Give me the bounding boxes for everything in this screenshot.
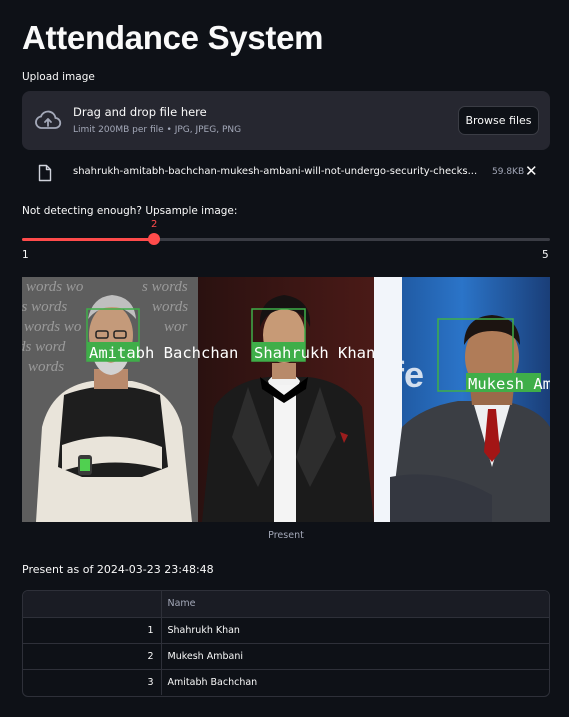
amitabh-label: Amitabh Bachchan: [89, 344, 238, 362]
svg-text:words: words: [152, 299, 188, 315]
dropzone-instruction: Drag and drop file here: [73, 105, 207, 119]
page-title: Attendance System: [22, 19, 324, 56]
uploaded-file-name: shahrukh-amitabh-bachchan-mukesh-ambani-…: [73, 166, 478, 177]
svg-text:words wo: words wo: [24, 319, 82, 335]
present-heading: Present as of 2024-03-23 23:48:48: [22, 563, 214, 576]
annotated-photo: words wo s words ds words words words wo wo…: [22, 277, 550, 522]
dropzone-limit: Limit 200MB per file • JPG, JPEG, PNG: [73, 125, 242, 135]
row-index: 3: [23, 669, 162, 695]
attendance-table[interactable]: Name 1 Shahrukh Khan 2 Mukesh Ambani 3 A…: [22, 590, 550, 697]
mukesh-label: Mukesh Ambani: [468, 375, 550, 393]
uploaded-file-size: 59.8KB: [492, 167, 525, 177]
row-name[interactable]: Shahrukh Khan: [161, 617, 549, 644]
row-index: 2: [23, 643, 162, 670]
cloud-upload-icon: [35, 110, 62, 129]
file-icon: [38, 164, 52, 182]
svg-text:ds word: ds word: [22, 339, 66, 355]
upsample-slider-fill: [22, 238, 154, 241]
upsample-slider-value: 2: [151, 219, 158, 230]
index-column-header[interactable]: [23, 591, 162, 618]
row-index: 1: [23, 617, 162, 644]
svg-text:words: words: [28, 359, 64, 375]
table-row[interactable]: 2 Mukesh Ambani: [23, 643, 549, 670]
table-row[interactable]: 1 Shahrukh Khan: [23, 617, 549, 644]
upload-label: Upload image: [22, 71, 95, 83]
uploaded-file-row: shahrukh-amitabh-bachchan-mukesh-ambani-…: [22, 160, 550, 188]
svg-text:ds words: ds words: [22, 299, 67, 315]
table-header-row: Name: [23, 591, 549, 618]
image-caption: Present: [268, 530, 304, 541]
shahrukh-photo: [198, 277, 374, 522]
amitabh-photo: words wo s words ds words words words wo wo…: [22, 277, 198, 522]
svg-text:fe: fe: [392, 354, 424, 395]
upsample-slider-thumb[interactable]: [148, 233, 160, 245]
svg-text:words wo: words wo: [26, 279, 84, 295]
upsample-slider-label: Not detecting enough? Upsample image:: [22, 205, 238, 217]
upsample-slider-max: 5: [542, 249, 549, 261]
svg-text:s words: s words: [142, 279, 188, 295]
shahrukh-label: Shahrukh Khan: [254, 344, 375, 362]
file-dropzone[interactable]: Drag and drop file here Limit 200MB per …: [22, 91, 550, 150]
browse-files-button[interactable]: Browse files: [458, 106, 539, 135]
row-name[interactable]: Mukesh Ambani: [161, 643, 549, 670]
upsample-slider-min: 1: [22, 249, 29, 261]
close-icon[interactable]: ✕: [525, 162, 538, 180]
row-name[interactable]: Amitabh Bachchan: [161, 669, 549, 695]
mukesh-photo: fe: [374, 277, 550, 522]
name-column-header[interactable]: Name: [161, 591, 549, 618]
table-row[interactable]: 3 Amitabh Bachchan: [23, 669, 549, 695]
svg-text:wor: wor: [164, 319, 188, 335]
